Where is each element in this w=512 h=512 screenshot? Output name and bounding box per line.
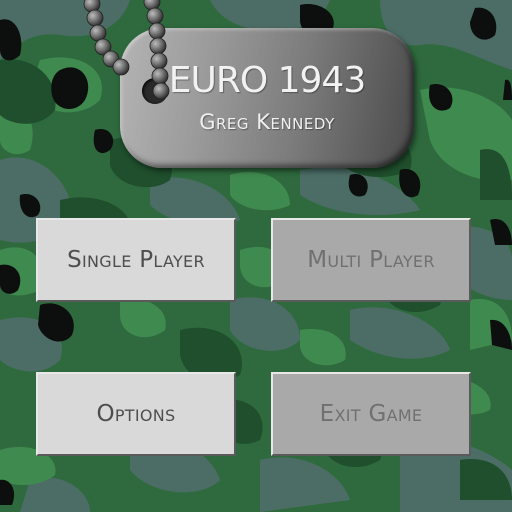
exit-game-button[interactable]: Exit Game: [271, 372, 471, 456]
game-title: EURO 1943: [168, 60, 367, 101]
multi-player-button[interactable]: Multi Player: [271, 218, 471, 302]
dog-tag-title-plate: EURO 1943 Greg Kennedy: [120, 28, 414, 168]
options-button[interactable]: Options: [36, 372, 236, 456]
single-player-button[interactable]: Single Player: [36, 218, 236, 302]
game-author: Greg Kennedy: [199, 110, 335, 134]
